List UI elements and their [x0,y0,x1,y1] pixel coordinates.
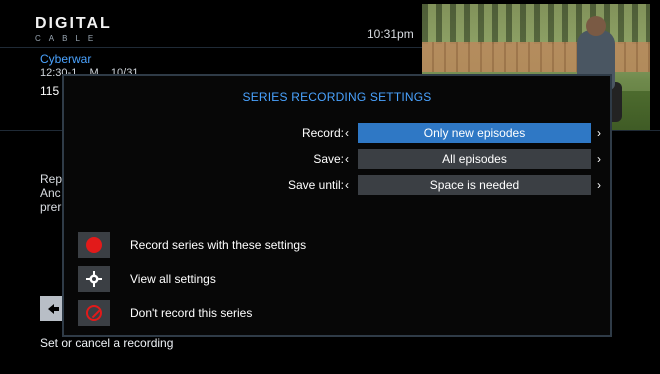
record-right-chevron-icon[interactable]: › [597,126,601,140]
record-label: Record: [301,126,344,140]
settings-gear-icon [78,266,110,292]
series-recording-settings-modal: SERIES RECORDING SETTINGS Record: ‹ Only… [62,74,612,337]
view-all-settings-action[interactable]: View all settings [78,266,216,292]
brand-title: DIGITAL [35,15,112,32]
clock: 10:31pm [367,27,414,41]
view-all-settings-label: View all settings [130,272,216,286]
brand-logo: DIGITAL CABLE [35,15,112,43]
save-right-chevron-icon[interactable]: › [597,152,601,166]
save-until-value[interactable]: Space is needed [358,175,591,195]
no-symbol-icon [78,300,110,326]
record-dot-icon [78,232,110,258]
modal-title: SERIES RECORDING SETTINGS [242,90,432,104]
gear-icon [86,271,102,287]
record-left-chevron-icon[interactable]: ‹ [345,126,349,140]
save-label: Save: [313,152,344,166]
save-until-left-chevron-icon[interactable]: ‹ [345,178,349,192]
save-value[interactable]: All episodes [358,149,591,169]
program-channel: 115 [40,84,60,98]
preview-person-head [586,16,606,36]
preview-fence [422,42,650,72]
back-arrow-icon [47,303,59,314]
dont-record-action[interactable]: Don't record this series [78,300,252,326]
brand-subtitle: CABLE [35,34,102,43]
record-value[interactable]: Only new episodes [358,123,591,143]
save-left-chevron-icon[interactable]: ‹ [345,152,349,166]
record-series-label: Record series with these settings [130,238,307,252]
record-series-action[interactable]: Record series with these settings [78,232,306,258]
save-until-right-chevron-icon[interactable]: › [597,178,601,192]
header-divider [0,47,422,48]
program-title: Cyberwar [40,52,92,66]
dont-record-label: Don't record this series [130,306,253,320]
save-until-label: Save until: [287,178,344,192]
preview-trees [422,4,650,44]
status-text: Set or cancel a recording [40,336,174,350]
